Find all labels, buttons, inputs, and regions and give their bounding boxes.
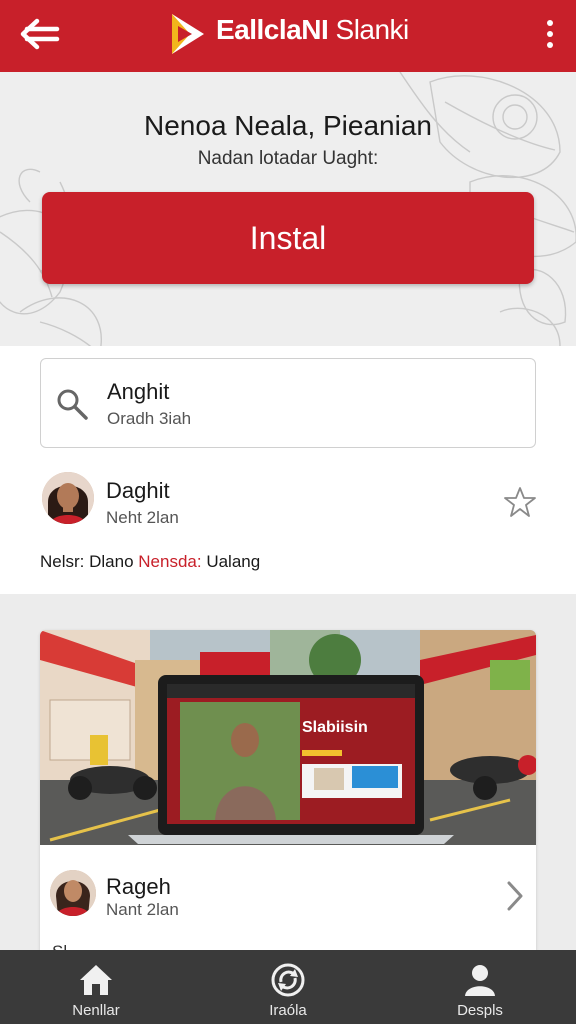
hero-subtitle: Nadan lotadar Uaght: [197, 148, 379, 169]
card-name: Rageh [106, 874, 171, 899]
app-bar: EallclaNI Slanki [0, 0, 576, 72]
meta-prefix: Nelsr: Dlano [40, 552, 139, 571]
meta-suffix: Ualang [201, 552, 261, 571]
nav-label-home: Nenllar [72, 1002, 120, 1019]
meta-line: Nelsr: Dlano Nensda: Ualang [40, 552, 260, 572]
app-logo-icon [168, 12, 208, 56]
nav-label-sync: Iraóla [269, 1002, 307, 1019]
bottom-nav: Nenllar Iraóla Despls [0, 950, 576, 1024]
search-title: Anghit [107, 379, 170, 404]
nav-item-sync[interactable]: Iraóla [192, 950, 384, 1024]
app-title-light: Slanki [328, 14, 410, 45]
hero-title: Nenoa Neala, Pieanian [144, 110, 432, 141]
app-title: EallclaNI Slanki [216, 14, 409, 46]
app-title-bold: EallclaNI [216, 14, 329, 45]
profile-subtitle: Neht 2lan [106, 508, 179, 527]
more-vert-icon[interactable] [542, 16, 558, 52]
nav-item-profile[interactable]: Despls [384, 950, 576, 1024]
avatar [50, 870, 96, 916]
chevron-right-icon[interactable] [504, 880, 526, 912]
street-laptop-image: Slabiisin [40, 630, 536, 845]
nav-label-profile: Despls [457, 1002, 503, 1019]
sync-icon [271, 963, 305, 997]
card-subtitle: Nant 2lan [106, 900, 179, 919]
profile-name: Daghit [106, 478, 170, 503]
search-icon [57, 389, 88, 420]
meta-highlight[interactable]: Nensda: [138, 552, 201, 571]
hero-banner: Nenoa Neala, Pieanian Nadan lotadar Uagh… [0, 72, 576, 346]
home-icon [80, 965, 112, 995]
media-card[interactable]: Slabiisin Rageh Nant 2lan Sl [40, 630, 536, 960]
star-outline-icon[interactable] [504, 486, 536, 518]
install-button[interactable]: Instal [42, 192, 534, 284]
nav-item-home[interactable]: Nenllar [0, 950, 192, 1024]
search-subtitle: Oradh 3iah [107, 409, 192, 428]
profile-row[interactable]: Daghit Neht 2lan [40, 470, 536, 530]
search-field[interactable]: Anghit Oradh 3iah [40, 358, 536, 448]
back-arrow-icon[interactable] [16, 14, 62, 54]
content-panel: Anghit Oradh 3iah Daghit Neht 2lan Nelsr… [0, 346, 576, 594]
person-icon [465, 965, 495, 996]
laptop-headline: Slabiisin [302, 719, 368, 736]
avatar [42, 472, 94, 524]
